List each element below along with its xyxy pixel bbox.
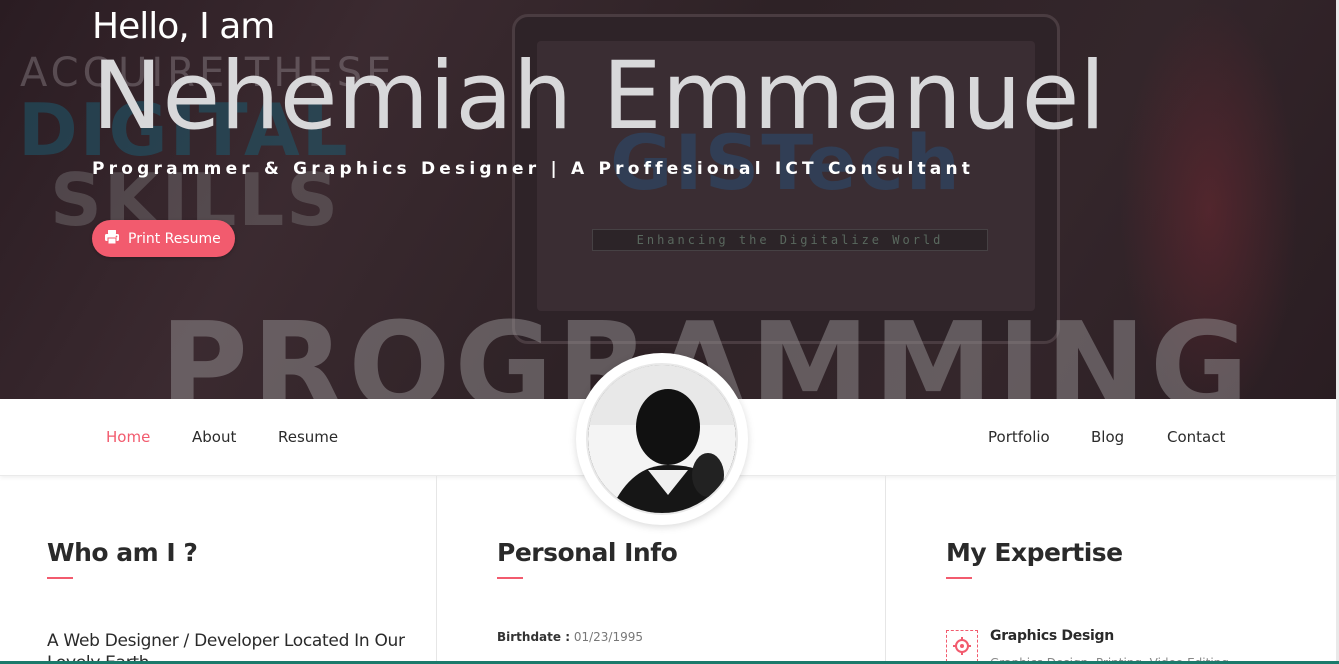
hero-name: Nehemiah Emmanuel — [92, 42, 1106, 151]
nav-portfolio[interactable]: Portfolio — [988, 428, 1050, 446]
who-text: A Web Designer / Developer Located In Ou… — [47, 631, 405, 664]
avatar — [586, 363, 738, 515]
print-resume-label: Print Resume — [128, 230, 221, 247]
nav-about[interactable]: About — [192, 428, 236, 446]
birthdate-row: Birthdate : 01/23/1995 — [497, 630, 643, 644]
nav-resume[interactable]: Resume — [278, 428, 338, 446]
expertise-title: My Expertise — [946, 538, 1123, 567]
palette-icon — [946, 630, 978, 662]
column-divider — [885, 476, 886, 664]
who-underline — [47, 577, 73, 579]
nav-blog[interactable]: Blog — [1091, 428, 1124, 446]
hero-tagline: Programmer & Graphics Designer | A Proff… — [92, 159, 975, 179]
printer-icon — [104, 229, 120, 249]
who-title: Who am I ? — [47, 538, 198, 567]
avatar-frame — [576, 353, 748, 525]
nav-contact[interactable]: Contact — [1167, 428, 1225, 446]
birthdate-label: Birthdate : — [497, 630, 570, 644]
personal-title: Personal Info — [497, 538, 678, 567]
expertise-underline — [946, 577, 972, 579]
print-resume-button[interactable]: Print Resume — [92, 220, 235, 257]
nav-home[interactable]: Home — [106, 428, 150, 446]
expertise-item-title: Graphics Design — [990, 628, 1114, 644]
personal-underline — [497, 577, 523, 579]
column-divider — [436, 476, 437, 664]
hero-bg-logo-tagline: Enhancing the Digitalize World — [592, 229, 988, 251]
hero-greeting: Hello, I am — [92, 6, 275, 47]
birthdate-value: 01/23/1995 — [573, 630, 643, 644]
hero-section: ACQUIRE THESE DIGITAL SKILLS GISTech Enh… — [0, 0, 1339, 399]
profile-photo-icon — [588, 365, 736, 513]
